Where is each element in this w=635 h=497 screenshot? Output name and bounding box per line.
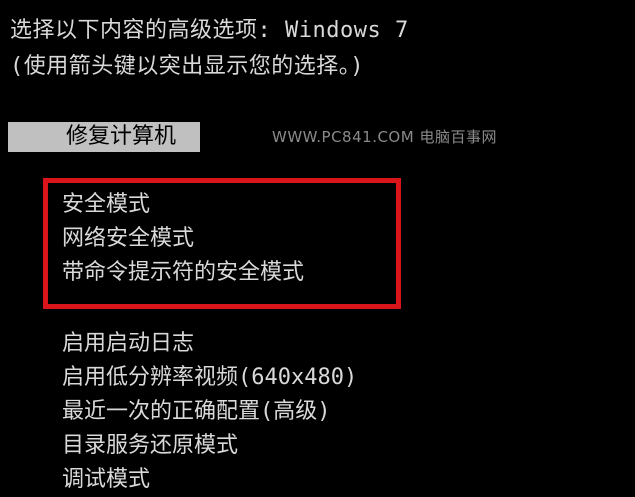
other-boot-options: 启用启动日志 启用低分辨率视频(640x480) 最近一次的正确配置(高级) 目… xyxy=(62,327,357,497)
menu-item-last-known-good-configuration[interactable]: 最近一次的正确配置(高级) xyxy=(62,395,357,429)
menu-item-boot-logging[interactable]: 启用启动日志 xyxy=(62,327,357,361)
menu-item-directory-services-restore[interactable]: 目录服务还原模式 xyxy=(62,429,357,463)
menu-item-safe-mode-networking[interactable]: 网络安全模式 xyxy=(62,222,304,256)
menu-item-safe-mode-command-prompt[interactable]: 带命令提示符的安全模式 xyxy=(62,256,304,290)
advanced-options-title: 选择以下内容的高级选项: Windows 7 xyxy=(10,18,409,43)
safe-mode-options: 安全模式 网络安全模式 带命令提示符的安全模式 xyxy=(62,188,304,290)
navigation-hint: (使用箭头键以突出显示您的选择。) xyxy=(10,54,364,79)
watermark: WWW.PC841.COM 电脑百事网 xyxy=(272,128,497,146)
menu-item-repair-computer[interactable]: 修复计算机 xyxy=(8,122,200,152)
boot-options-screen: 选择以下内容的高级选项: Windows 7 (使用箭头键以突出显示您的选择。)… xyxy=(0,0,635,495)
menu-item-low-resolution-video[interactable]: 启用低分辨率视频(640x480) xyxy=(62,361,357,395)
menu-item-debugging-mode[interactable]: 调试模式 xyxy=(62,463,357,497)
menu-item-safe-mode[interactable]: 安全模式 xyxy=(62,188,304,222)
